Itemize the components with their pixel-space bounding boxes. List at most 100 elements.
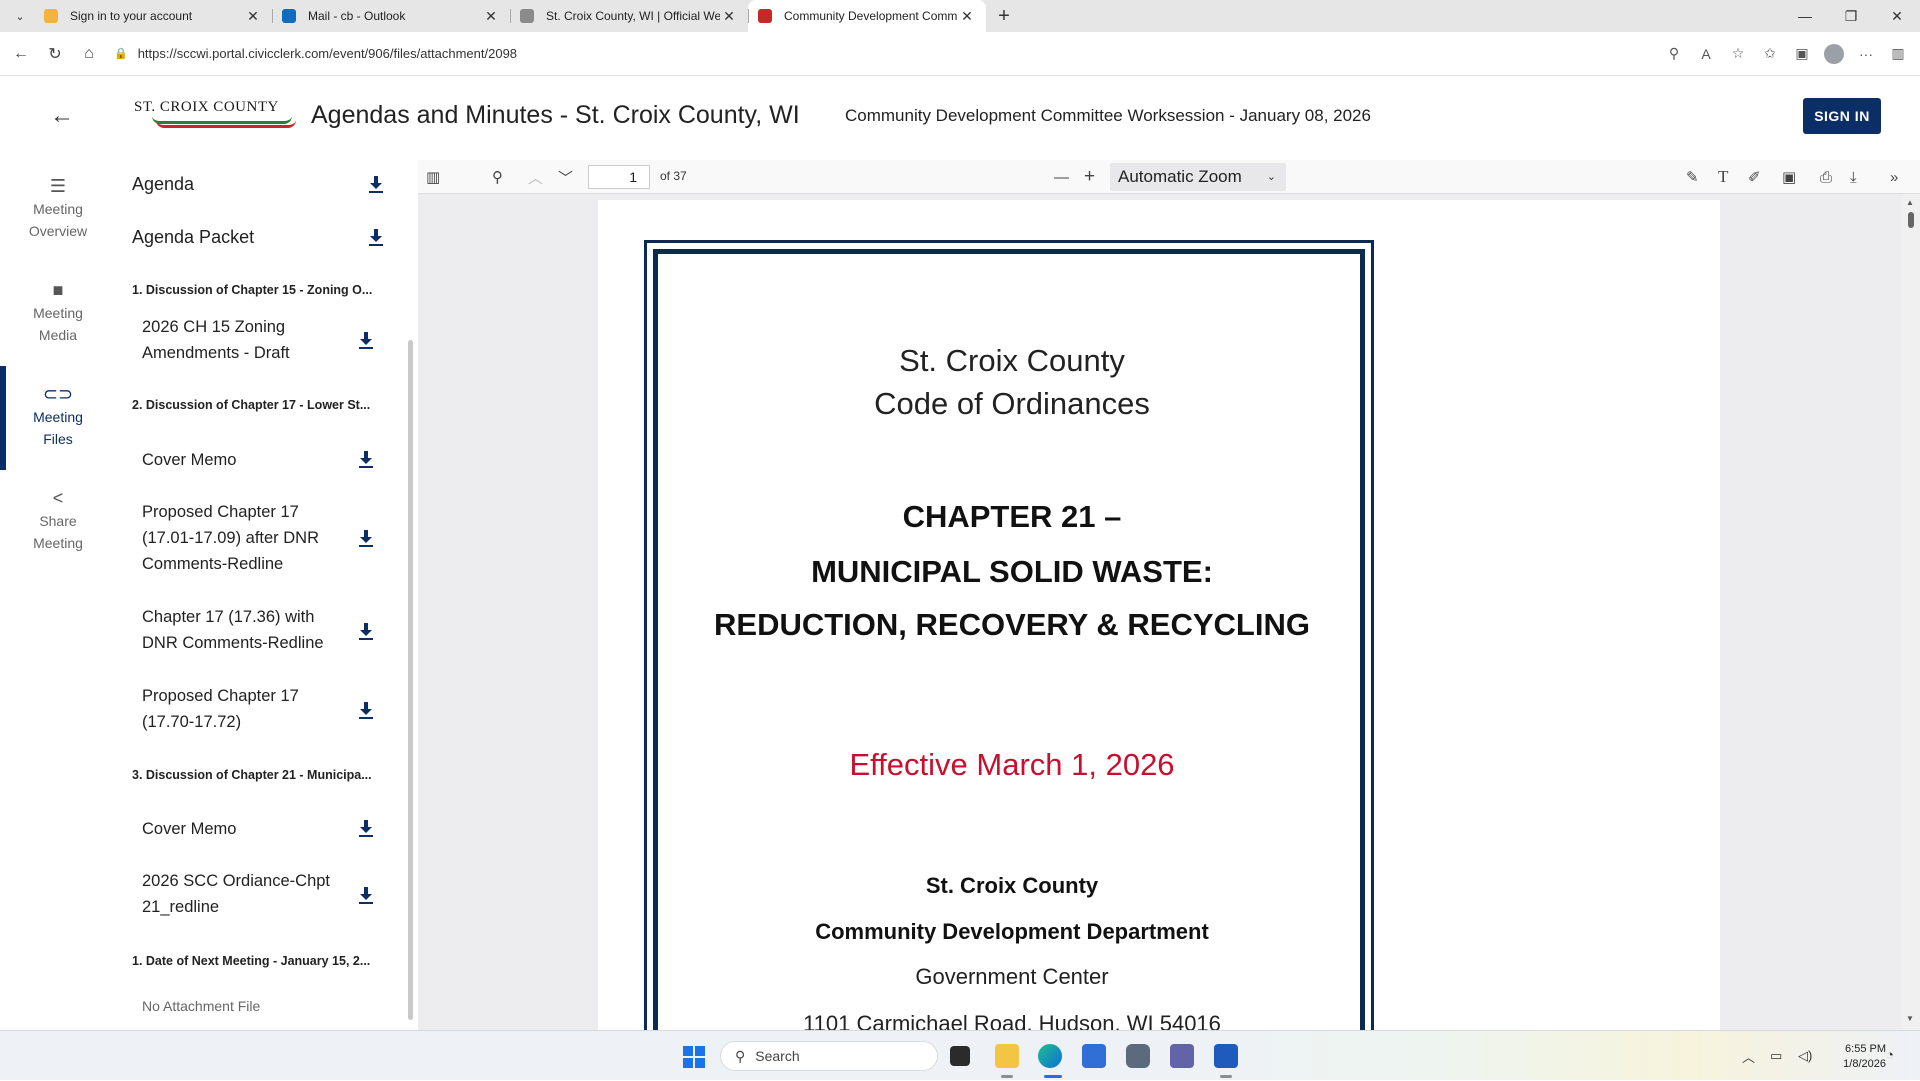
running-indicator [1001, 1075, 1013, 1078]
back-arrow-icon[interactable]: ← [4, 45, 38, 63]
back-arrow-icon[interactable]: ← [50, 102, 74, 130]
county-logo[interactable]: ST. CROIX COUNTY [134, 98, 296, 136]
save-icon[interactable]: ⤓ [1850, 160, 1857, 194]
download-icon[interactable] [358, 451, 374, 469]
sign-in-button[interactable]: SIGN IN [1803, 98, 1881, 134]
browser-tab-st-croix[interactable]: St. Croix County, WI | Official Web ✕ [510, 0, 748, 32]
favorite-star-icon[interactable]: ☆ [1722, 45, 1754, 62]
task-view-icon[interactable] [950, 1046, 970, 1066]
tab-favicon-icon [44, 9, 58, 23]
teams-icon[interactable] [1170, 1044, 1194, 1068]
download-icon[interactable] [358, 530, 374, 548]
image-icon[interactable]: ▣ [1782, 160, 1796, 194]
tray-overflow-chevron-icon[interactable]: ︿ [1742, 1031, 1755, 1081]
zoom-magnifier-icon[interactable]: ⚲ [1658, 45, 1690, 62]
tab-close-icon[interactable]: ✕ [482, 8, 500, 25]
tab-title: St. Croix County, WI | Official Web [546, 9, 720, 23]
find-magnifier-icon[interactable]: ⚲ [492, 160, 503, 194]
pdf-toolbar: ▥ ⚲ ︿ ﹀ 1 of 37 — + Automatic Zoom ⌄ ✎ T… [418, 160, 1920, 194]
rail-label: Meeting [33, 409, 83, 425]
file-explorer-icon[interactable] [995, 1044, 1019, 1068]
favorites-list-icon[interactable]: ✩ [1754, 45, 1786, 62]
highlight-icon[interactable]: ✎ [1686, 160, 1699, 194]
sidebar-toggle-icon[interactable]: ▥ [1882, 45, 1914, 62]
rail-item-meeting-overview[interactable]: ☰ Meeting Overview [0, 174, 116, 242]
download-icon[interactable] [358, 332, 374, 350]
more-menu-icon[interactable]: ··· [1850, 46, 1882, 62]
collections-icon[interactable]: ▣ [1786, 45, 1818, 62]
pdf-scrollbar[interactable] [1902, 194, 1920, 1030]
download-icon[interactable] [358, 623, 374, 641]
chevron-down-icon: ⌄ [1266, 171, 1276, 183]
tab-close-icon[interactable]: ✕ [958, 8, 976, 25]
word-icon[interactable] [1214, 1044, 1238, 1068]
scroll-down-icon[interactable]: ▼ [1906, 1014, 1914, 1023]
taskbar-search[interactable]: ⚲ Search [720, 1041, 938, 1071]
browser-tab-outlook[interactable]: Mail - cb - Outlook ✕ [272, 0, 510, 32]
read-aloud-icon[interactable]: A [1690, 46, 1722, 62]
rail-item-meeting-files[interactable]: ⊂⊃ Meeting Files [0, 382, 116, 450]
doc-title-line-2: REDUCTION, RECOVERY & RECYCLING [714, 607, 1310, 642]
zoom-out-icon[interactable]: — [1054, 160, 1069, 194]
download-icon[interactable] [368, 229, 384, 247]
next-page-chevron-icon[interactable]: ﹀ [558, 160, 573, 194]
doc-department: Community Development Department [815, 919, 1209, 944]
draw-icon[interactable]: ✐ [1748, 160, 1761, 194]
browser-tab-sign-in[interactable]: Sign in to your account ✕ [34, 0, 272, 32]
home-icon[interactable]: ⌂ [72, 45, 106, 63]
refresh-icon[interactable]: ↻ [38, 44, 72, 64]
network-icon[interactable]: ▭ [1770, 1031, 1782, 1081]
search-icon: ⚲ [735, 1047, 746, 1064]
windows-start-icon[interactable] [683, 1046, 705, 1068]
download-icon[interactable] [358, 887, 374, 905]
restore-icon[interactable]: ❐ [1828, 8, 1874, 25]
tab-close-icon[interactable]: ✕ [720, 8, 738, 25]
file-item[interactable]: 2026 CH 15 Zoning Amendments - Draft [142, 314, 352, 366]
taskbar-clock[interactable]: 6:55 PM 1/8/2026 [1830, 1042, 1886, 1072]
new-tab-plus-icon[interactable]: + [990, 5, 1018, 28]
site-title: Agendas and Minutes - St. Croix County, … [311, 101, 800, 129]
minimize-icon[interactable]: — [1782, 8, 1828, 25]
rail-label: Files [43, 431, 73, 447]
file-item[interactable]: Proposed Chapter 17 (17.01-17.09) after … [142, 499, 352, 577]
previous-page-chevron-icon[interactable]: ︿ [528, 160, 543, 194]
profile-avatar-icon[interactable] [1824, 43, 1844, 64]
file-list-scrollbar[interactable] [408, 340, 413, 1020]
scroll-up-icon[interactable]: ▲ [1906, 198, 1914, 207]
edge-browser-icon[interactable] [1038, 1044, 1062, 1068]
rail-item-share-meeting[interactable]: < Share Meeting [0, 486, 116, 554]
browser-tab-strip: ⌄ Sign in to your account ✕ Mail - cb - … [0, 0, 1920, 32]
store-icon[interactable] [1082, 1044, 1106, 1068]
sidebar-toggle-icon[interactable]: ▥ [426, 160, 440, 194]
camera-icon[interactable] [1126, 1044, 1150, 1068]
file-item[interactable]: 2026 SCC Ordiance-Chpt 21_redline [142, 868, 352, 920]
file-item[interactable]: Proposed Chapter 17 (17.70-17.72) [142, 683, 352, 735]
section-heading: 1. Date of Next Meeting - January 15, 2.… [132, 954, 371, 968]
file-item[interactable]: Cover Memo [142, 447, 352, 473]
download-icon[interactable] [358, 702, 374, 720]
address-bar[interactable]: 🔒 https://sccwi.portal.civicclerk.com/ev… [114, 46, 517, 61]
tools-menu-icon[interactable]: » [1890, 160, 1898, 194]
page-number-input[interactable]: 1 [588, 165, 650, 189]
zoom-in-icon[interactable]: + [1084, 160, 1095, 194]
volume-icon[interactable]: ◁) [1798, 1031, 1812, 1081]
download-icon[interactable] [358, 820, 374, 838]
file-item-agenda-packet[interactable]: Agenda Packet [132, 227, 254, 248]
zoom-select[interactable]: Automatic Zoom ⌄ [1110, 163, 1286, 191]
pdf-scroll-thumb[interactable] [1908, 212, 1914, 228]
tab-close-icon[interactable]: ✕ [244, 8, 262, 25]
file-item[interactable]: Cover Memo [142, 816, 352, 842]
file-item[interactable]: Chapter 17 (17.36) with DNR Comments-Red… [142, 604, 352, 656]
notification-bell-icon[interactable]: ◔ [1886, 1047, 1894, 1062]
browser-tab-community-development[interactable]: Community Development Comm ✕ [748, 0, 986, 32]
file-item-agenda[interactable]: Agenda [132, 174, 194, 195]
text-tool-icon[interactable]: T [1718, 160, 1728, 194]
download-icon[interactable] [368, 176, 384, 194]
window-close-icon[interactable]: ✕ [1874, 8, 1920, 25]
print-icon[interactable]: ⎙ [1820, 160, 1832, 194]
windows-taskbar: ⚲ Search ︿ ▭ ◁) 6:55 PM 1/8/2026 ◔ [0, 1030, 1920, 1080]
rail-item-meeting-media[interactable]: ■ Meeting Media [0, 278, 116, 346]
tab-actions-chevron-icon[interactable]: ⌄ [6, 4, 34, 28]
running-indicator [1044, 1075, 1062, 1078]
page-header: ← ST. CROIX COUNTY Agendas and Minutes -… [0, 76, 1920, 156]
